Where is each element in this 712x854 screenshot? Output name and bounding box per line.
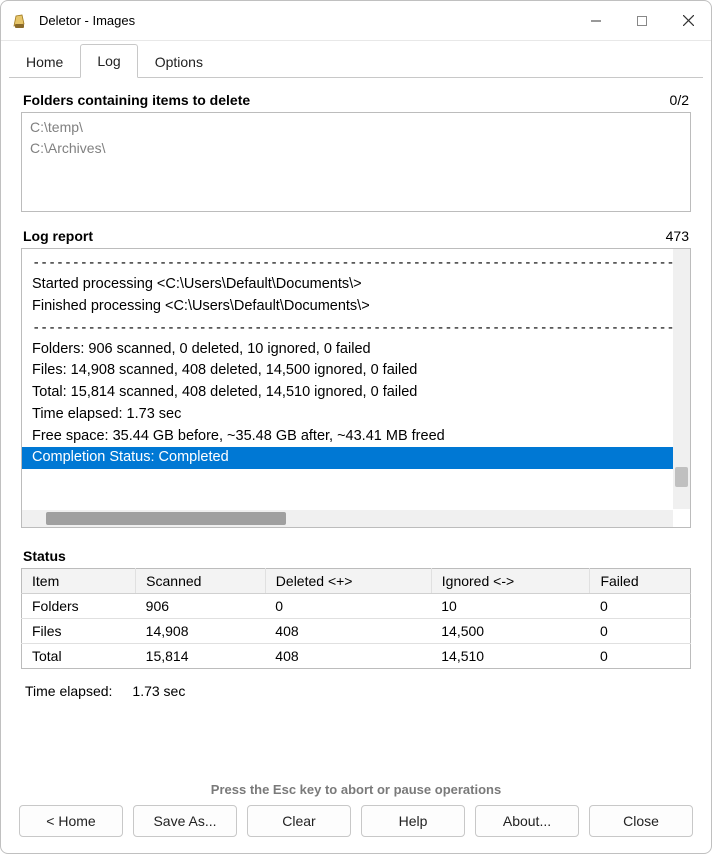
log-line: Finished processing <C:\Users\Default\Do… xyxy=(32,296,680,318)
scrollbar-thumb[interactable] xyxy=(675,467,688,487)
titlebar: Deletor - Images xyxy=(1,1,711,41)
log-line: Folders: 906 scanned, 0 deleted, 10 igno… xyxy=(32,339,680,361)
col-item[interactable]: Item xyxy=(22,569,136,594)
minimize-button[interactable] xyxy=(573,1,619,40)
about-button[interactable]: About... xyxy=(475,805,579,837)
folders-title: Folders containing items to delete xyxy=(23,92,250,108)
horizontal-scrollbar[interactable] xyxy=(22,510,673,527)
close-window-button[interactable] xyxy=(665,1,711,40)
cell-label: Total xyxy=(22,644,136,669)
close-button[interactable]: Close xyxy=(589,805,693,837)
home-button[interactable]: < Home xyxy=(19,805,123,837)
hint-text: Press the Esc key to abort or pause oper… xyxy=(19,782,693,805)
vertical-scrollbar[interactable] xyxy=(673,249,690,509)
cell-ignored: 14,500 xyxy=(431,619,590,644)
time-elapsed-label: Time elapsed: xyxy=(25,683,112,699)
scrollbar-thumb[interactable] xyxy=(46,512,286,525)
time-elapsed-value: 1.73 sec xyxy=(132,683,185,699)
save-as-button[interactable]: Save As... xyxy=(133,805,237,837)
cell-deleted: 408 xyxy=(265,619,431,644)
log-line: Free space: 35.44 GB before, ~35.48 GB a… xyxy=(32,426,680,448)
col-deleted[interactable]: Deleted <+> xyxy=(265,569,431,594)
folders-header: Folders containing items to delete 0/2 xyxy=(21,86,691,112)
button-row: < Home Save As... Clear Help About... Cl… xyxy=(19,805,693,837)
status-title: Status xyxy=(23,548,66,564)
log-line: Total: 15,814 scanned, 408 deleted, 14,5… xyxy=(32,382,680,404)
log-count: 473 xyxy=(666,228,689,244)
log-line: Time elapsed: 1.73 sec xyxy=(32,404,680,426)
tab-home[interactable]: Home xyxy=(9,45,80,78)
table-row: Files 14,908 408 14,500 0 xyxy=(22,619,691,644)
tab-options[interactable]: Options xyxy=(138,45,220,78)
log-line: Files: 14,908 scanned, 408 deleted, 14,5… xyxy=(32,360,680,382)
cell-label: Folders xyxy=(22,594,136,619)
col-failed[interactable]: Failed xyxy=(590,569,691,594)
log-textarea[interactable]: ----------------------------------------… xyxy=(21,248,691,528)
window-title: Deletor - Images xyxy=(39,13,573,28)
folder-item: C:\Archives\ xyxy=(30,138,682,159)
cell-ignored: 14,510 xyxy=(431,644,590,669)
log-title: Log report xyxy=(23,228,93,244)
help-button[interactable]: Help xyxy=(361,805,465,837)
log-separator: ----------------------------------------… xyxy=(32,318,680,339)
tab-bar: Home Log Options xyxy=(1,41,711,77)
cell-scanned: 14,908 xyxy=(136,619,266,644)
window-controls xyxy=(573,1,711,40)
cell-ignored: 10 xyxy=(431,594,590,619)
log-line: Started processing <C:\Users\Default\Doc… xyxy=(32,274,680,296)
tab-log[interactable]: Log xyxy=(80,44,137,78)
log-panel: Folders containing items to delete 0/2 C… xyxy=(1,78,711,776)
log-separator: ----------------------------------------… xyxy=(32,253,680,274)
status-table: Item Scanned Deleted <+> Ignored <-> Fai… xyxy=(21,568,691,669)
cell-failed: 0 xyxy=(590,619,691,644)
cell-scanned: 906 xyxy=(136,594,266,619)
table-row: Total 15,814 408 14,510 0 xyxy=(22,644,691,669)
log-line-selected: Completion Status: Completed xyxy=(22,447,690,469)
app-icon xyxy=(11,11,31,31)
folder-item: C:\temp\ xyxy=(30,117,682,138)
table-header-row: Item Scanned Deleted <+> Ignored <-> Fai… xyxy=(22,569,691,594)
cell-label: Files xyxy=(22,619,136,644)
clear-button[interactable]: Clear xyxy=(247,805,351,837)
cell-deleted: 0 xyxy=(265,594,431,619)
table-row: Folders 906 0 10 0 xyxy=(22,594,691,619)
col-scanned[interactable]: Scanned xyxy=(136,569,266,594)
footer: Press the Esc key to abort or pause oper… xyxy=(1,776,711,853)
log-header: Log report 473 xyxy=(21,222,691,248)
folders-list[interactable]: C:\temp\ C:\Archives\ xyxy=(21,112,691,212)
col-ignored[interactable]: Ignored <-> xyxy=(431,569,590,594)
maximize-button[interactable] xyxy=(619,1,665,40)
cell-failed: 0 xyxy=(590,594,691,619)
time-elapsed-row: Time elapsed: 1.73 sec xyxy=(21,669,691,703)
cell-deleted: 408 xyxy=(265,644,431,669)
cell-failed: 0 xyxy=(590,644,691,669)
status-header: Status xyxy=(21,542,691,568)
folders-count: 0/2 xyxy=(670,92,689,108)
cell-scanned: 15,814 xyxy=(136,644,266,669)
